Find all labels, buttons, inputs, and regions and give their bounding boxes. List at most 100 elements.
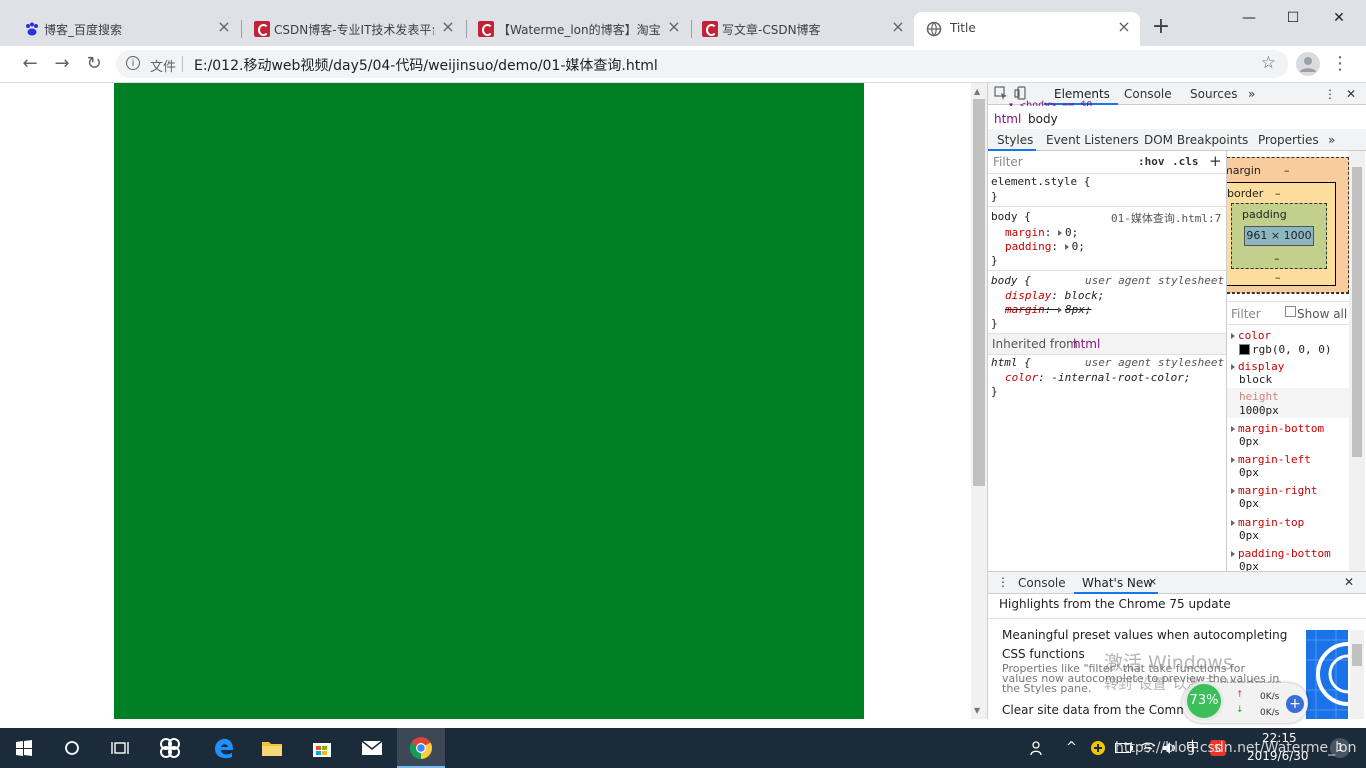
bookmark-star-icon[interactable]: ☆	[1261, 53, 1276, 73]
element-style-selector[interactable]: element.style {	[991, 175, 1090, 188]
edge-icon[interactable]	[200, 728, 248, 768]
tab-dom-breakpoints[interactable]: DOM Breakpoints	[1144, 133, 1248, 147]
drawer-tab-whats-new[interactable]: What's New	[1082, 576, 1153, 590]
feature-title-1-cont[interactable]: CSS functions	[1002, 647, 1085, 661]
forward-arrow-icon[interactable]: →	[50, 52, 74, 76]
search-icon[interactable]	[48, 728, 96, 768]
tab-styles[interactable]: Styles	[997, 133, 1033, 147]
computed-prop[interactable]: padding-bottom	[1231, 546, 1331, 560]
notification-badge[interactable]: 1	[1330, 738, 1350, 758]
drawer-scrollbar[interactable]	[1350, 630, 1364, 719]
page-scrollbar[interactable]: ▲ ▼	[971, 83, 987, 719]
styles-filter-input[interactable]: Filter	[993, 155, 1023, 169]
memory-usage-badge[interactable]: 73%	[1184, 681, 1224, 721]
devtools-menu-icon[interactable]: ⋮	[1324, 87, 1336, 101]
back-arrow-icon[interactable]: ←	[18, 52, 42, 76]
profile-avatar-icon[interactable]	[1296, 52, 1320, 76]
box-model-content-size[interactable]: 961 × 1000	[1244, 226, 1314, 246]
tab-console[interactable]: Console	[1124, 87, 1172, 101]
computed-prop[interactable]: margin-bottom	[1231, 421, 1324, 435]
accelerate-plus-icon[interactable]: +	[1286, 695, 1304, 713]
network-speed-widget[interactable]: 73% ↑ 0K/s ↓ 0K/s +	[1182, 681, 1308, 723]
breadcrumb-html[interactable]: html	[994, 112, 1021, 126]
box-model-margin[interactable]: margin – border – padding 961 × 1000 – –	[1227, 157, 1349, 293]
box-model-padding[interactable]: padding 961 × 1000 –	[1231, 203, 1327, 269]
cls-toggle[interactable]: .cls	[1172, 155, 1199, 168]
task-view-icon[interactable]	[96, 728, 144, 768]
pinwheel-icon[interactable]	[146, 728, 194, 768]
clock-date[interactable]: 2019/6/30	[1247, 749, 1309, 763]
computed-scrollbar[interactable]	[1349, 151, 1365, 571]
tab-baidu[interactable]: 博客_百度搜索 ×	[0, 12, 240, 46]
address-bar[interactable]: i 文件 E:/012.移动web视频/day5/04-代码/weijinsuo…	[116, 50, 1288, 78]
computed-prop[interactable]: color	[1231, 328, 1271, 342]
tab-event-listeners[interactable]: Event Listeners	[1046, 133, 1139, 147]
scroll-down-icon[interactable]: ▼	[974, 706, 980, 715]
color-swatch[interactable]	[1239, 344, 1250, 355]
tray-app-icon[interactable]	[1090, 728, 1106, 768]
more-subtabs-icon[interactable]: »	[1328, 133, 1335, 147]
tab-title-active[interactable]: Title ×	[914, 12, 1140, 46]
close-drawer-icon[interactable]: ✕	[1344, 575, 1354, 589]
dom-tree-snippet[interactable]: ▾ <body> == $0	[1008, 99, 1092, 106]
blog-watermark: https://blog.csdn.net/Waterme_lon	[1115, 740, 1357, 756]
chevron-up-icon[interactable]: ^	[1066, 728, 1077, 768]
menu-kebab-icon[interactable]: ⋮	[1328, 52, 1352, 76]
body-rule-selector[interactable]: body {	[991, 210, 1031, 223]
new-style-rule-button[interactable]: +	[1209, 152, 1222, 170]
declaration-margin[interactable]: margin: 0;	[1005, 226, 1078, 239]
scrollbar-thumb[interactable]	[973, 99, 985, 486]
reload-icon[interactable]: ↻	[82, 52, 106, 76]
computed-scrollbar-thumb[interactable]	[1352, 167, 1362, 457]
expand-triangle-icon[interactable]	[1064, 244, 1069, 250]
maximize-button[interactable]: ☐	[1278, 8, 1308, 28]
scroll-up-icon[interactable]: ▲	[974, 87, 980, 96]
expand-triangle-icon[interactable]	[1058, 230, 1062, 236]
breadcrumb-body[interactable]: body	[1028, 112, 1058, 126]
more-tabs-icon[interactable]: »	[1248, 87, 1255, 101]
file-explorer-icon[interactable]	[248, 728, 296, 768]
clock-time[interactable]: 22:15	[1262, 731, 1297, 745]
close-tab-icon[interactable]: ×	[890, 19, 906, 35]
inherited-from-link[interactable]: html	[1073, 337, 1100, 351]
feature-title-2[interactable]: Clear site data from the Command	[1002, 703, 1210, 717]
close-tab-icon[interactable]: ×	[1116, 19, 1132, 35]
body-rule-source-link[interactable]: 01-媒体查询.html:7	[1111, 210, 1221, 226]
computed-prop[interactable]: margin-top	[1231, 515, 1304, 529]
rule-close-brace: }	[991, 254, 998, 267]
scheme-label: 文件	[150, 60, 177, 75]
tab-sources[interactable]: Sources	[1190, 87, 1237, 101]
inspect-element-icon[interactable]	[994, 86, 1008, 103]
tab-properties[interactable]: Properties	[1258, 133, 1319, 147]
mail-icon[interactable]	[348, 728, 396, 768]
show-all-checkbox[interactable]	[1285, 306, 1296, 317]
close-devtools-icon[interactable]: ✕	[1346, 87, 1356, 101]
drawer-tab-console[interactable]: Console	[1018, 576, 1066, 590]
computed-prop[interactable]: margin-left	[1231, 452, 1311, 466]
box-model-border[interactable]: border – padding 961 × 1000 – –	[1227, 182, 1336, 286]
computed-prop[interactable]: margin-right	[1231, 483, 1317, 497]
people-icon[interactable]	[1030, 728, 1046, 768]
drawer-scrollbar-thumb[interactable]	[1352, 644, 1362, 666]
tab-csdn-home[interactable]: CSDN博客-专业IT技术发表平台 ×	[230, 12, 464, 46]
url-text[interactable]: E:/012.移动web视频/day5/04-代码/weijinsuo/demo…	[194, 55, 658, 75]
computed-prop[interactable]: height	[1239, 390, 1279, 403]
hov-toggle[interactable]: :hov	[1138, 155, 1165, 168]
tab-csdn-blog[interactable]: 【Waterme_lon的博客】淘宝 ×	[454, 12, 690, 46]
declaration-padding[interactable]: padding: 0;	[1005, 240, 1085, 253]
new-tab-button[interactable]: +	[1150, 16, 1172, 38]
close-window-button[interactable]: ✕	[1324, 8, 1354, 28]
tab-csdn-write[interactable]: 写文章-CSDN博客 ×	[678, 12, 914, 46]
feature-title-1[interactable]: Meaningful preset values when autocomple…	[1002, 628, 1287, 642]
store-icon[interactable]	[298, 728, 346, 768]
computed-filter-input[interactable]: Filter	[1231, 307, 1261, 321]
margin-label: margin	[1227, 164, 1261, 177]
computed-prop[interactable]: display	[1231, 359, 1284, 373]
chrome-icon[interactable]	[397, 728, 445, 768]
info-icon[interactable]: i	[126, 56, 140, 70]
minimize-button[interactable]: —	[1234, 8, 1264, 28]
start-icon[interactable]	[0, 728, 48, 768]
close-whats-new-icon[interactable]: ×	[1148, 575, 1157, 588]
drawer-menu-icon[interactable]: ⋮	[997, 575, 1009, 589]
computed-value: rgb(0, 0, 0)	[1239, 342, 1331, 356]
